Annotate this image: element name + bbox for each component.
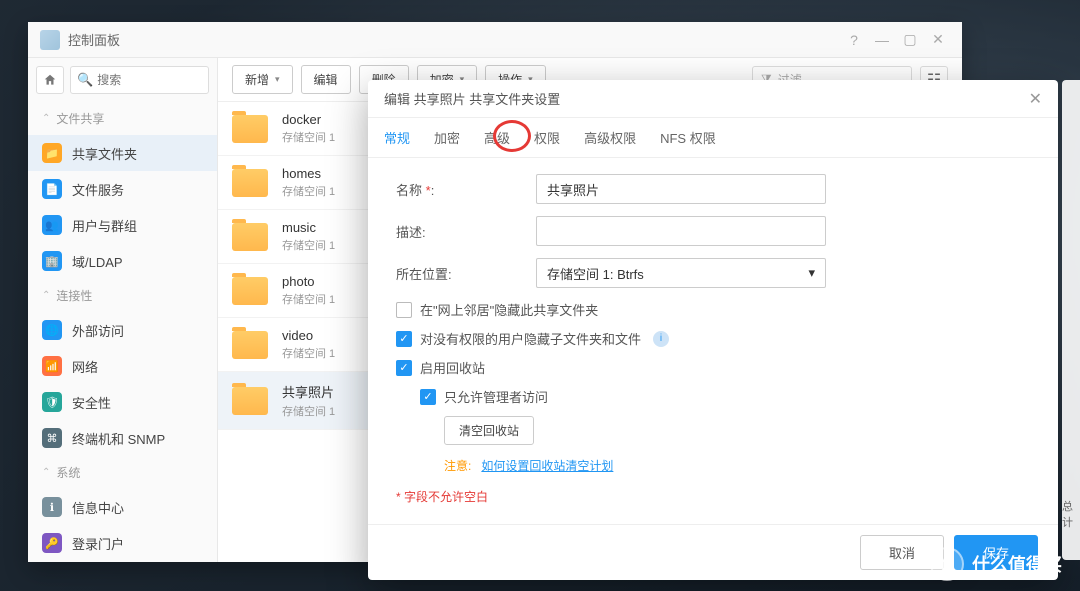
close-button[interactable]: ✕: [926, 28, 950, 52]
home-icon: [43, 73, 57, 87]
search-input[interactable]: [97, 73, 202, 87]
folder-icon: [232, 115, 268, 143]
chevron-up-icon: ⌃: [42, 290, 50, 301]
description-input[interactable]: [536, 216, 826, 246]
location-label: 所在位置:: [396, 264, 536, 283]
globe-icon: 🌐: [42, 320, 62, 340]
location-select[interactable]: 存储空间 1: Btrfs ▾: [536, 258, 826, 288]
side-summary-panel: 总计: [1062, 80, 1080, 560]
network-icon: 📶: [42, 356, 62, 376]
minimize-button[interactable]: —: [870, 28, 894, 52]
users-icon: 👥: [42, 215, 62, 235]
dialog-title: 编辑 共享照片 共享文件夹设置: [384, 89, 1029, 108]
file-icon: 📄: [42, 179, 62, 199]
enable-recycle-checkbox[interactable]: [396, 360, 412, 376]
dialog-close-button[interactable]: ✕: [1029, 89, 1042, 109]
section-file-share[interactable]: ⌃ 文件共享: [28, 102, 217, 135]
tab-general[interactable]: 常规: [384, 118, 410, 157]
empty-recycle-button[interactable]: 清空回收站: [444, 416, 534, 445]
new-button[interactable]: 新增: [232, 65, 293, 94]
search-icon: 🔍: [77, 72, 93, 88]
info-icon: ℹ: [42, 497, 62, 517]
cancel-button[interactable]: 取消: [860, 535, 944, 570]
login-icon: 🔑: [42, 533, 62, 553]
name-input[interactable]: [536, 174, 826, 204]
info-icon[interactable]: i: [653, 331, 669, 347]
window-title: 控制面板: [68, 30, 838, 49]
dialog-tabs: 常规 加密 高级 权限 高级权限 NFS 权限: [368, 118, 1058, 158]
chevron-up-icon: ⌃: [42, 467, 50, 478]
tab-advanced[interactable]: 高级: [484, 118, 510, 157]
search-field[interactable]: 🔍: [70, 66, 209, 94]
sidebar-item-users-groups[interactable]: 👥 用户与群组: [28, 207, 217, 243]
dialog-header: 编辑 共享照片 共享文件夹设置 ✕: [368, 80, 1058, 118]
side-label: 总计: [1062, 498, 1080, 530]
description-label: 描述:: [396, 222, 536, 241]
chevron-up-icon: ⌃: [42, 113, 50, 124]
dialog-body: 名称 *: 描述: 所在位置: 存储空间 1: Btrfs ▾ 在"网上邻居"隐…: [368, 158, 1058, 524]
hide-sub-checkbox[interactable]: [396, 331, 412, 347]
folder-icon: [232, 331, 268, 359]
app-icon: [40, 30, 60, 50]
sidebar-item-login-portal[interactable]: 🔑 登录门户: [28, 525, 217, 561]
sidebar-item-info-center[interactable]: ℹ 信息中心: [28, 489, 217, 525]
maximize-button[interactable]: ▢: [898, 28, 922, 52]
tab-advanced-permission[interactable]: 高级权限: [584, 118, 636, 157]
tab-encryption[interactable]: 加密: [434, 118, 460, 157]
tab-nfs-permission[interactable]: NFS 权限: [660, 118, 716, 157]
ldap-icon: 🏢: [42, 251, 62, 271]
edit-shared-folder-dialog: 编辑 共享照片 共享文件夹设置 ✕ 常规 加密 高级 权限 高级权限 NFS 权…: [368, 80, 1058, 580]
title-bar: 控制面板 ? — ▢ ✕: [28, 22, 962, 58]
sidebar-item-security[interactable]: 🛡 安全性: [28, 384, 217, 420]
save-button[interactable]: 保存: [954, 535, 1038, 570]
section-system[interactable]: ⌃ 系统: [28, 456, 217, 489]
only-admin-checkbox[interactable]: [420, 389, 436, 405]
sidebar-item-external-access[interactable]: 🌐 外部访问: [28, 312, 217, 348]
hide-network-checkbox[interactable]: [396, 302, 412, 318]
help-button[interactable]: ?: [842, 28, 866, 52]
sidebar-item-domain-ldap[interactable]: 🏢 域/LDAP: [28, 243, 217, 279]
chevron-down-icon: ▾: [808, 265, 815, 281]
shield-icon: 🛡: [42, 392, 62, 412]
name-label: 名称 *:: [396, 180, 536, 199]
sidebar-item-terminal-snmp[interactable]: ⌘ 终端机和 SNMP: [28, 420, 217, 456]
sidebar: 🔍 ⌃ 文件共享 📁 共享文件夹 📄 文件服务 👥 用户与群组 �: [28, 58, 218, 562]
tab-permission[interactable]: 权限: [534, 118, 560, 157]
sidebar-item-shared-folders[interactable]: 📁 共享文件夹: [28, 135, 217, 171]
recycle-schedule-link[interactable]: 如何设置回收站清空计划: [481, 459, 613, 473]
folder-icon: [232, 277, 268, 305]
folder-icon: 📁: [42, 143, 62, 163]
folder-icon: [232, 387, 268, 415]
home-button[interactable]: [36, 66, 64, 94]
folder-icon: [232, 169, 268, 197]
folder-icon: [232, 223, 268, 251]
recycle-hint: 注意: 如何设置回收站清空计划: [396, 457, 1030, 474]
section-connectivity[interactable]: ⌃ 连接性: [28, 279, 217, 312]
sidebar-item-network[interactable]: 📶 网络: [28, 348, 217, 384]
dialog-footer: 取消 保存: [368, 524, 1058, 580]
required-footnote: * 字段不允许空白: [396, 488, 1030, 505]
terminal-icon: ⌘: [42, 428, 62, 448]
edit-button[interactable]: 编辑: [301, 65, 351, 94]
sidebar-item-file-services[interactable]: 📄 文件服务: [28, 171, 217, 207]
